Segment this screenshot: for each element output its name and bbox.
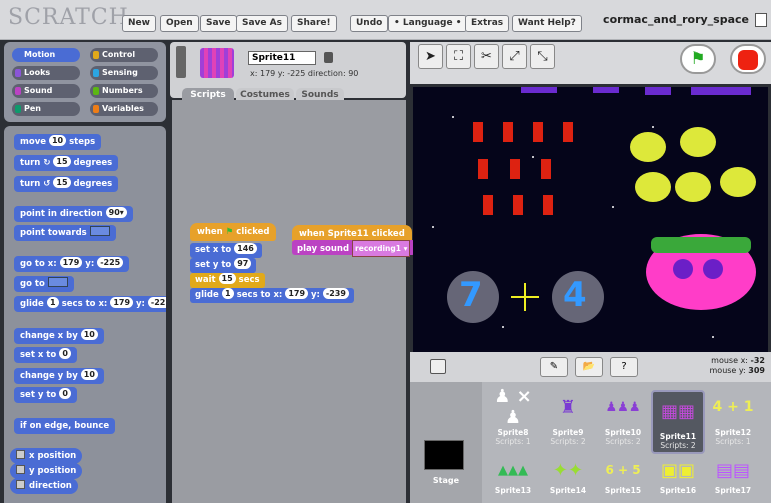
rotate-left-icon: ↺ <box>43 179 51 189</box>
stage-controls: ✎ 📂 ? mouse x: -32 mouse y: 309 <box>410 352 771 382</box>
sprite-library: Stage ♟ × ♟ Sprite8 Scripts: 1 ♜ Sprite9 Scr… <box>410 382 771 503</box>
block-palette: move 10 steps turn ↻ 15 degrees turn ↺ 1… <box>4 126 166 503</box>
scratch-logo: SCRATCH <box>8 5 129 30</box>
category-variables[interactable]: Variables <box>90 102 158 116</box>
sprite-item[interactable]: ▣▣ Sprite16 <box>651 458 705 496</box>
y-position-checkbox <box>16 465 25 474</box>
wait-script-block[interactable]: wait 15 secs <box>190 273 265 288</box>
change-y-block[interactable]: change y by 10 <box>14 368 104 384</box>
random-sprite-icon[interactable]: ? <box>610 357 638 377</box>
turn-left-block[interactable]: turn ↺ 15 degrees <box>14 176 119 192</box>
grow-tool-icon[interactable]: ⤢ <box>502 44 527 69</box>
category-numbers[interactable]: Numbers <box>90 84 158 98</box>
when-flag-clicked-hat[interactable]: when ⚑ clicked <box>190 223 277 241</box>
direction-checkbox <box>16 480 25 489</box>
glide-block[interactable]: glide 1 secs to x: 179 y: -225 <box>14 296 166 312</box>
shrink-tool-icon[interactable]: ⤡ <box>530 44 555 69</box>
scripts-area[interactable]: when ⚑ clicked set x to 146 set y to 97 … <box>172 100 416 503</box>
undo-button[interactable]: Undo <box>350 15 389 32</box>
digit-left: 7 <box>459 275 483 315</box>
goto-dropdown <box>47 277 68 287</box>
direction-reporter[interactable]: direction <box>10 478 78 494</box>
green-flag-icon: ⚑ <box>225 227 234 237</box>
y-position-reporter[interactable]: y position <box>10 463 83 479</box>
help-button[interactable]: Want Help? <box>512 15 582 32</box>
sprite-item-selected[interactable]: ▦▦ Sprite11 Scripts: 2 <box>651 390 705 454</box>
stage-toolbar: ➤ ⛶ ✂ ⤢ ⤡ ⚑ <box>410 42 771 84</box>
lock-icon[interactable] <box>324 52 333 63</box>
set-x-block[interactable]: set x to 0 <box>14 347 78 363</box>
play-sound-script-block[interactable]: play sound recording1 ▾ <box>292 240 416 257</box>
sprite-name-field[interactable]: Sprite11 <box>248 51 316 65</box>
save-button[interactable]: Save <box>200 15 237 32</box>
glide-script-block[interactable]: glide 1 secs to x: 179 y: -239 <box>190 288 354 303</box>
set-y-block[interactable]: set y to 0 <box>14 387 78 403</box>
sprite-item[interactable]: 4 + 1 Sprite12 Scripts: 1 <box>706 390 760 446</box>
set-y-script-block[interactable]: set y to 97 <box>190 258 257 273</box>
sprite-item[interactable]: ✦✦ Sprite14 <box>541 458 595 496</box>
mouse-coordinates: mouse x: -32 mouse y: 309 <box>709 356 766 375</box>
move-block[interactable]: move 10 steps <box>14 134 102 150</box>
goto-xy-block[interactable]: go to x: 179 y: -225 <box>14 256 130 272</box>
project-title: cormac_and_rory_space <box>603 13 749 26</box>
bounce-block[interactable]: if on edge, bounce <box>14 418 116 434</box>
sprite-item[interactable]: 6 + 5 Sprite15 <box>596 458 650 495</box>
change-x-block[interactable]: change x by 10 <box>14 328 104 344</box>
point-towards-block[interactable]: point towards <box>14 225 116 241</box>
sprite-item[interactable]: ▲▲▲ Sprite13 <box>486 458 540 496</box>
sprite-item[interactable]: ♜ Sprite9 Scripts: 2 <box>541 390 595 447</box>
goto-block[interactable]: go to <box>14 276 74 292</box>
category-sensing[interactable]: Sensing <box>90 66 158 80</box>
category-selector: Motion Control Looks Sensing Sound Numbers Pen… <box>4 42 166 122</box>
stage-label: Stage <box>432 476 460 485</box>
sprite-position-readout: x: 179 y: -225 direction: 90 <box>250 69 359 78</box>
category-looks[interactable]: Looks <box>12 66 80 80</box>
green-flag-button[interactable]: ⚑ <box>680 44 716 74</box>
share-button[interactable]: Share! <box>291 15 337 32</box>
menu-bar: SCRATCH New Open Save Save As Share! Und… <box>0 0 771 40</box>
point-towards-dropdown <box>89 226 110 236</box>
sprite-item[interactable]: ▤▤ Sprite17 <box>706 458 760 496</box>
point-direction-block[interactable]: point in direction 90▾ <box>14 206 133 222</box>
scissors-tool-icon[interactable]: ✂ <box>474 44 499 69</box>
category-sound[interactable]: Sound <box>12 84 80 98</box>
sprite-thumbnail <box>200 48 234 78</box>
x-position-reporter[interactable]: x position <box>10 448 83 464</box>
stage-canvas[interactable]: 7 4 <box>413 87 768 352</box>
turn-right-block[interactable]: turn ↻ 15 degrees <box>14 155 119 171</box>
x-position-checkbox <box>16 450 25 459</box>
stop-button[interactable] <box>730 44 766 74</box>
open-sprite-icon[interactable]: 📂 <box>575 357 603 377</box>
paint-sprite-icon[interactable]: ✎ <box>540 357 568 377</box>
open-button[interactable]: Open <box>160 15 199 32</box>
stage-thumbnail <box>424 440 464 470</box>
project-notes-icon[interactable] <box>755 13 767 27</box>
category-control[interactable]: Control <box>90 48 158 62</box>
category-pen[interactable]: Pen <box>12 102 80 116</box>
presentation-mode-icon[interactable] <box>430 359 446 374</box>
sprite-item[interactable]: ♟ × ♟ Sprite8 Scripts: 1 <box>486 386 540 446</box>
arrow-tool-icon[interactable]: ➤ <box>418 44 443 69</box>
category-motion[interactable]: Motion <box>12 48 80 62</box>
rotation-style-icon[interactable] <box>176 46 186 78</box>
digit-right: 4 <box>563 275 587 315</box>
language-menu[interactable]: • Language • <box>388 15 468 32</box>
sound-dropdown: recording1 ▾ <box>352 240 411 257</box>
sprite-item[interactable]: ♟♟♟ Sprite10 Scripts: 2 <box>596 390 650 447</box>
stamp-tool-icon[interactable]: ⛶ <box>446 44 471 69</box>
extras-menu[interactable]: Extras <box>465 15 510 32</box>
set-x-script-block[interactable]: set x to 146 <box>190 243 262 258</box>
save-as-button[interactable]: Save As <box>236 15 288 32</box>
stage-panel[interactable]: Stage <box>410 382 482 503</box>
new-button[interactable]: New <box>122 15 156 32</box>
rotate-right-icon: ↻ <box>43 158 51 168</box>
